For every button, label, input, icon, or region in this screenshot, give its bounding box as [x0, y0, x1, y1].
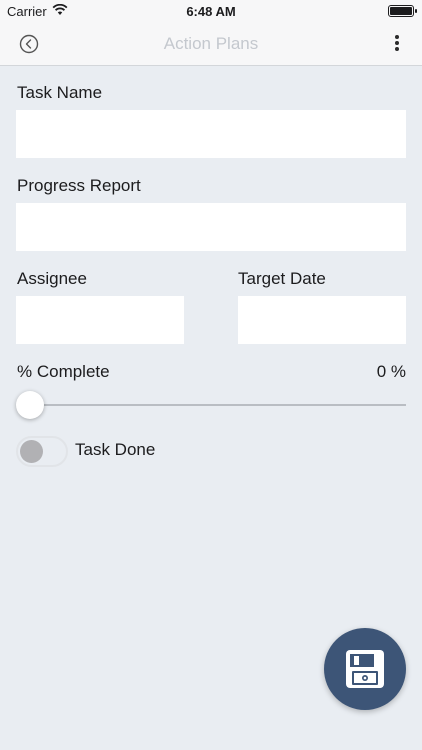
toggle-knob: [20, 440, 43, 463]
percent-complete-slider[interactable]: [30, 404, 406, 406]
status-bar: Carrier 6:48 AM: [0, 0, 422, 22]
assignee-input[interactable]: [16, 296, 184, 344]
percent-complete-label: % Complete: [17, 362, 110, 381]
page-title: Action Plans: [163, 34, 259, 53]
battery-icon: [388, 5, 417, 17]
target-date-input[interactable]: [238, 296, 406, 344]
navigation-bar: Action Plans: [0, 22, 422, 66]
percent-complete-value: 0 %: [376, 362, 406, 381]
task-done-label: Task Done: [75, 440, 156, 459]
task-name-label: Task Name: [17, 83, 103, 102]
task-name-input[interactable]: [16, 110, 406, 158]
progress-report-input[interactable]: [16, 203, 406, 251]
floppy-disk-icon: [346, 650, 384, 688]
more-options-icon[interactable]: [394, 33, 400, 55]
assignee-label: Assignee: [17, 269, 87, 288]
task-done-toggle[interactable]: [16, 436, 68, 467]
slider-thumb[interactable]: [16, 391, 44, 419]
save-button[interactable]: [324, 628, 406, 710]
clock: 6:48 AM: [186, 4, 236, 19]
progress-report-label: Progress Report: [17, 176, 141, 195]
target-date-label: Target Date: [238, 269, 326, 288]
